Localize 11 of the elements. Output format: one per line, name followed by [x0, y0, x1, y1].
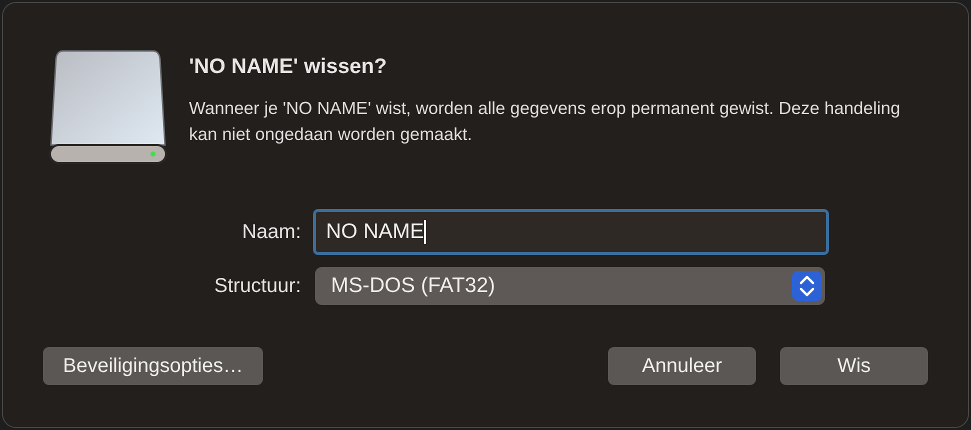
- dialog-button[interactable]: Wis: [780, 347, 928, 385]
- name-field[interactable]: NO NAME: [313, 209, 829, 255]
- dialog-message: Wanneer je 'NO NAME' wist, worden alle gegevens erop permanent gewist. Deze handeling kan niet ongedaan worden gemaakt.: [189, 96, 902, 146]
- field-label: Structuur:: [213, 274, 301, 299]
- dialog-button[interactable]: Beveiligingsopties…: [43, 347, 264, 385]
- external-drive-icon: [49, 49, 167, 165]
- stepper-icon: [792, 271, 822, 301]
- dialog-title: 'NO NAME' wissen?: [189, 54, 388, 80]
- format-dropdown[interactable]: MS-DOS (FAT32): [315, 267, 825, 305]
- dialog-button[interactable]: Annuleer: [608, 347, 756, 385]
- field-label: Naam:: [241, 220, 301, 245]
